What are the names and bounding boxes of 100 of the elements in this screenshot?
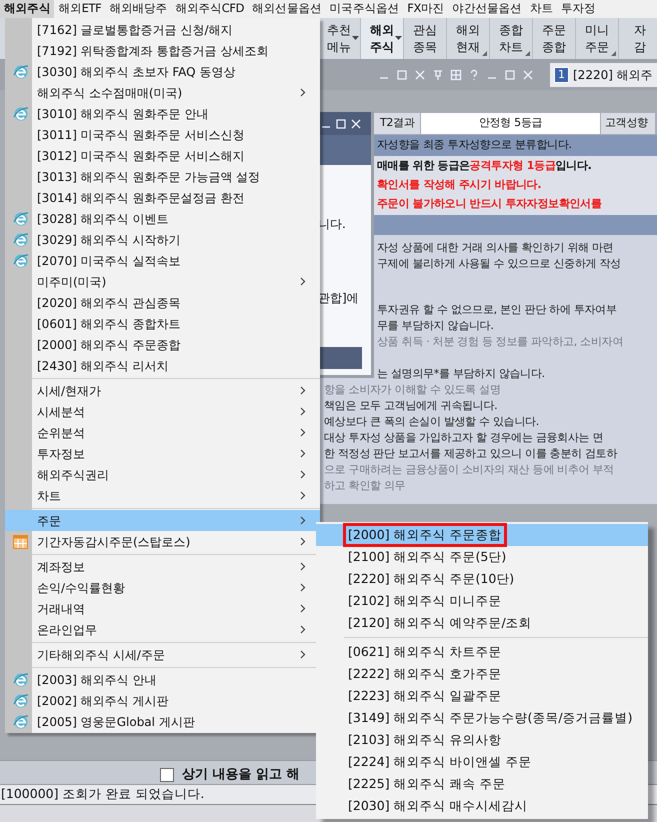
menu-item[interactable]: [3013] 해외주식 원화주문 가능금액 설정 — [5, 166, 320, 187]
menu-item[interactable]: [3014] 해외주식 원화주문설정금 환전 — [5, 187, 320, 208]
menu-item[interactable]: 주문 — [5, 510, 320, 531]
menu-item[interactable]: 미주미(미국) — [5, 271, 320, 292]
caret-icon — [395, 36, 402, 41]
menu-item[interactable]: [3030] 해외주식 초보자 FAQ 동영상 — [5, 61, 320, 82]
help-icon[interactable] — [468, 69, 480, 81]
menu-bar-item[interactable]: FX마진 — [403, 0, 448, 18]
browser-icon — [13, 252, 29, 268]
menu-item[interactable]: 시세/현재가 — [5, 380, 320, 401]
chevron-right-icon — [300, 449, 306, 458]
chevron-right-icon — [300, 562, 306, 571]
caret-icon — [352, 36, 359, 41]
chevron-right-icon — [300, 386, 306, 395]
menu-item[interactable]: [2070] 미국주식 실적속보 — [5, 250, 320, 271]
corner-mark-icon — [525, 51, 530, 56]
maximize-icon[interactable] — [335, 118, 347, 130]
menu-bar-item[interactable]: 투자정 — [556, 0, 600, 18]
menu-bar-item[interactable]: 해외ETF — [54, 0, 106, 18]
browser-icon — [13, 714, 29, 730]
menu-item[interactable]: 시세분석 — [5, 401, 320, 422]
menu-item[interactable]: [3012] 미국주식 원화주문 서비스해지 — [5, 145, 320, 166]
menu-item[interactable]: [3010] 해외주식 원화주문 안내 — [5, 103, 320, 124]
browser-icon — [13, 64, 29, 80]
menu-bar-item[interactable]: 해외주식CFD — [171, 0, 248, 18]
notice-text: 확인서를 작성해 주시기 바랍니다. — [377, 177, 542, 194]
body-text: 무를 부담하지 않습니다. — [377, 318, 494, 334]
browser-icon — [13, 106, 29, 122]
submenu-item[interactable]: [2103] 해외주식 유의사항 — [316, 729, 648, 751]
dialog-button[interactable] — [318, 347, 362, 369]
menu-item[interactable]: [2000] 해외주식 주문종합 — [5, 334, 320, 355]
menu-item[interactable]: [2430] 해외주식 리서치 — [5, 355, 320, 376]
submenu-item[interactable]: [2224] 해외주식 바이앤셀 주문 — [316, 751, 648, 773]
chevron-right-icon — [300, 650, 306, 659]
toolbar-button[interactable]: 해외 주식 — [361, 18, 404, 59]
browser-icon — [13, 210, 29, 226]
chevron-right-icon — [300, 491, 306, 500]
body-text: 구제에 불리하게 사용될 수 있으므로 신중하게 작성 — [377, 256, 621, 272]
menu-bar-item[interactable]: 해외주식 — [0, 0, 54, 18]
browser-icon — [13, 232, 29, 248]
notice-text: 매매를 위한 등급은공격투자형 1등급입니다. — [377, 158, 592, 174]
body-text: 예상보다 큰 폭의 손실이 발생할 수 있습니다. — [324, 414, 539, 430]
body-text: 책임은 모두 고객님에게 귀속됩니다. — [324, 398, 498, 414]
browser-icon — [13, 692, 29, 708]
submenu-item[interactable]: [2000] 해외주식 주문종합 — [316, 524, 648, 546]
menu-item[interactable]: [3011] 미국주식 원화주문 서비스신청 — [5, 124, 320, 145]
header-band — [318, 135, 371, 165]
menu-item[interactable]: [0601] 해외주식 종합차트 — [5, 313, 320, 334]
browser-icon — [13, 672, 29, 688]
menu-item[interactable]: [3028] 해외주식 이벤트 — [5, 208, 320, 229]
menu-item[interactable]: [3029] 해외주식 시작하기 — [5, 229, 320, 250]
menu-bar-item[interactable]: 차트 — [526, 0, 557, 18]
grid-icon[interactable] — [450, 69, 462, 81]
window-tab[interactable]: 1 [2220] 해외주 — [550, 63, 657, 87]
table-cell: 안정형 5등급 — [421, 113, 601, 134]
body-text: 으로 구매하려는 금융상품이 소비자의 재산 등에 비추어 부적 — [324, 462, 614, 478]
tab-number-badge: 1 — [554, 67, 569, 83]
menu-item[interactable]: 투자정보 — [5, 443, 320, 464]
menu-bar-item[interactable]: 해외배당주 — [105, 0, 172, 18]
body-text: 한 적정성 판단 보고서를 제공하고 있으니 이를 충분히 검토하 — [324, 446, 618, 462]
menu-item[interactable]: [7162] 글로벌통합증거금 신청/해지 — [5, 19, 320, 40]
chevron-right-icon — [300, 277, 306, 286]
checkbox[interactable] — [160, 768, 174, 782]
menu-bar-item[interactable]: 야간선물옵션 — [448, 0, 526, 18]
menu-item[interactable]: [2020] 해외주식 관심종목 — [5, 292, 320, 313]
chevron-right-icon — [300, 625, 306, 634]
tab-label: [2220] 해외주 — [573, 67, 653, 84]
menu-item[interactable]: [7192] 위탁종합계좌 통합증거금 상세조회 — [5, 40, 320, 61]
chevron-right-icon — [300, 583, 306, 592]
body-text: 자성 상품에 대한 거래 의사를 확인하기 위해 마련 — [377, 240, 614, 256]
window-text: 관합]에 — [318, 290, 360, 307]
body-text: 는 설명의무*를 부담하지 않습니다. — [377, 366, 545, 382]
body-text: 투자권유 할 수 없으므로, 본인 판단 하에 투자여부 — [377, 302, 617, 318]
menu-bar-item[interactable]: 미국주식옵션 — [326, 0, 404, 18]
checkbox-label: 상기 내용을 읽고 해 — [182, 766, 300, 784]
notice-text: 주문이 불가하오니 반드시 투자자정보확인서를 — [377, 196, 602, 212]
menu-item[interactable]: 차트 — [5, 485, 320, 506]
submenu-item[interactable]: [2225] 해외주식 쾌속 주문 — [316, 773, 648, 795]
chevron-right-icon — [300, 407, 306, 416]
menu-item[interactable]: 순위분석 — [5, 422, 320, 443]
body-text: 상품 취득 · 처분 경험 등 정보를 파악하고, 소비자여 — [377, 334, 623, 350]
chevron-right-icon — [300, 516, 306, 525]
body-text: 하고 확인할 의무 — [324, 478, 406, 494]
chevron-right-icon — [300, 537, 306, 546]
chevron-right-icon — [300, 88, 306, 97]
body-text: 항을 소비자가 이해할 수 있도록 설명 — [324, 382, 500, 398]
corner-mark-icon — [482, 51, 487, 56]
chevron-right-icon — [300, 470, 306, 479]
menu-bar-item[interactable]: 해외선물옵션 — [248, 0, 326, 18]
menu-item[interactable]: 해외주식 소수점매매(미국) — [5, 82, 320, 103]
chevron-right-icon — [300, 428, 306, 437]
pin-icon[interactable] — [432, 69, 444, 81]
status-text: [100000] 조회가 완료 되었습니다. — [0, 785, 204, 804]
calendar-icon — [13, 534, 29, 548]
menu-item[interactable]: 해외주식권리 — [5, 464, 320, 485]
table-cell: 고객성향 — [601, 113, 656, 134]
close-icon[interactable] — [350, 118, 362, 130]
submenu-item[interactable]: [2030] 해외주식 매수시세감시 — [316, 795, 648, 817]
corner-mark-icon — [611, 51, 616, 56]
body-text: 대상 투자성 상품을 가입하고자 할 경우에는 금융회사는 면 — [324, 430, 604, 446]
